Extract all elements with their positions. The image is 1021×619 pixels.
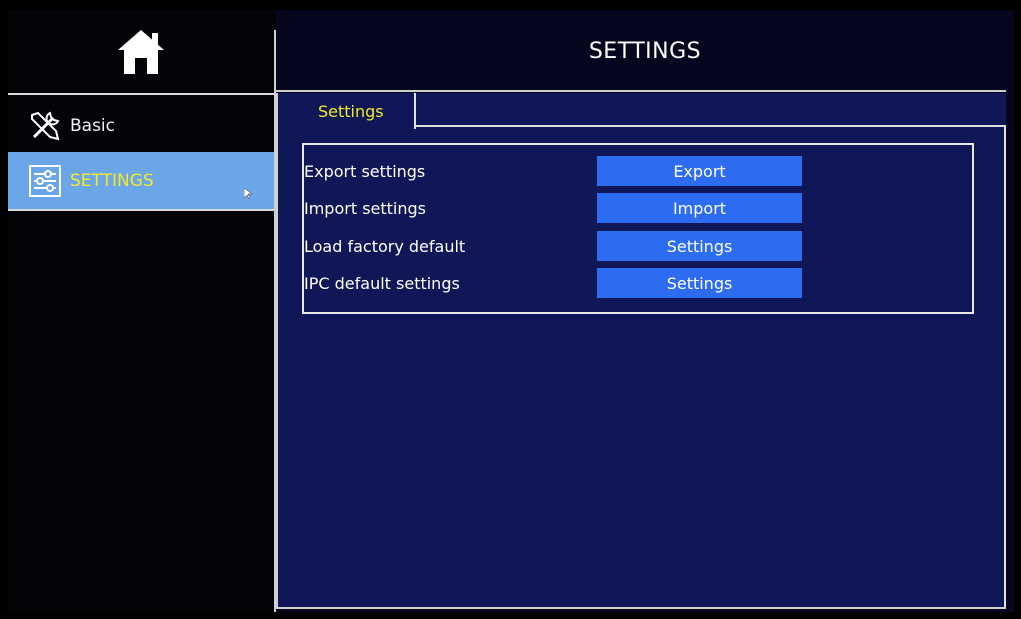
import-button[interactable]: Import	[597, 193, 802, 223]
factory-default-button[interactable]: Settings	[597, 231, 802, 261]
import-settings-label: Import settings	[304, 198, 426, 218]
screen: Basic SETTINGS SETTINGS Settings Export …	[8, 10, 1014, 612]
ipc-default-settings-label: IPC default settings	[304, 273, 460, 293]
tab-divider	[416, 125, 1006, 127]
load-factory-default-label: Load factory default	[304, 236, 466, 256]
export-settings-label: Export settings	[304, 161, 426, 181]
content-border	[276, 93, 278, 609]
sidebar: Basic SETTINGS	[8, 10, 274, 612]
sidebar-item-settings[interactable]: SETTINGS	[8, 152, 274, 211]
content-border	[1004, 125, 1006, 609]
ipc-default-button[interactable]: Settings	[597, 268, 802, 298]
sidebar-item-label: SETTINGS	[70, 170, 154, 191]
export-button[interactable]: Export	[597, 156, 802, 186]
settings-row-export: Export settings Export	[304, 155, 944, 187]
tools-icon	[31, 111, 60, 141]
sidebar-item-basic[interactable]: Basic	[8, 97, 274, 155]
home-button[interactable]	[8, 10, 274, 93]
home-icon	[118, 29, 164, 74]
main-panel: SETTINGS Settings Export settings Export…	[276, 10, 1014, 612]
content-area: Settings Export settings Export Import s…	[276, 93, 1006, 609]
sidebar-item-label: Basic	[70, 116, 116, 136]
header-divider	[276, 90, 1006, 92]
settings-row-ipc-default: IPC default settings Settings	[304, 267, 944, 299]
tab-settings[interactable]: Settings	[298, 93, 416, 129]
settings-row-import: Import settings Import	[304, 192, 944, 224]
sliders-icon	[29, 164, 61, 197]
content-border	[276, 607, 1006, 609]
page-title: SETTINGS	[588, 39, 702, 64]
mouse-cursor-icon	[244, 188, 253, 200]
settings-row-factory-default: Load factory default Settings	[304, 230, 944, 262]
sidebar-divider	[8, 93, 274, 95]
